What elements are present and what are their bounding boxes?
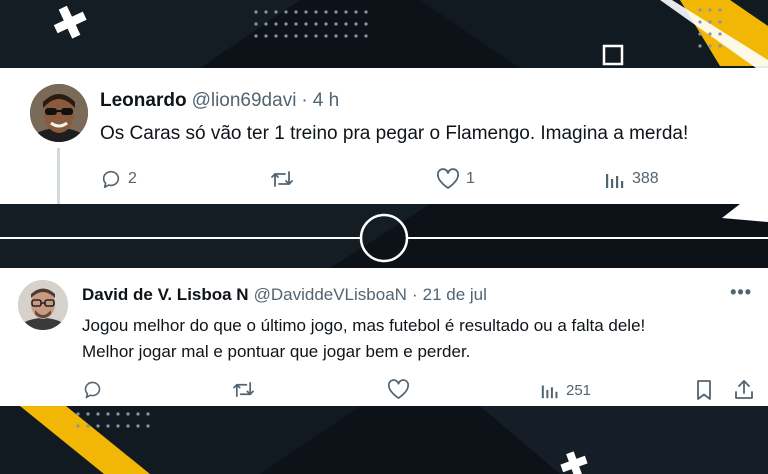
views-count: 251 bbox=[566, 381, 592, 399]
separator-dot: · bbox=[411, 285, 418, 304]
separator-dot: · bbox=[301, 90, 308, 111]
tweet-text-line: Melhor jogar mal e pontuar que jogar bem… bbox=[82, 342, 471, 361]
tweet-text: Jogou melhor do que o último jogo, mas f… bbox=[82, 313, 645, 365]
user-handle[interactable]: @DaviddeVLisboaN bbox=[254, 285, 407, 305]
like-button[interactable] bbox=[387, 379, 416, 400]
share-icon bbox=[734, 378, 754, 400]
tweet-card[interactable]: David de V. Lisboa N @DaviddeVLisboaN · … bbox=[0, 268, 768, 406]
views-icon bbox=[604, 168, 626, 190]
retweet-button[interactable] bbox=[232, 379, 261, 400]
more-options-button[interactable]: ••• bbox=[730, 282, 752, 303]
views-icon bbox=[540, 380, 560, 400]
reply-icon bbox=[100, 168, 122, 190]
user-handle[interactable]: @lion69davi bbox=[192, 90, 297, 112]
thread-line bbox=[57, 148, 60, 204]
tweet-card[interactable]: Leonardo @lion69davi · 4 h Os Caras só v… bbox=[0, 68, 768, 204]
reply-button[interactable]: 2 bbox=[100, 168, 137, 190]
reply-button[interactable] bbox=[82, 379, 109, 400]
retweet-button[interactable] bbox=[270, 168, 300, 190]
tweet-header: Leonardo @lion69davi · 4 h bbox=[100, 90, 339, 112]
tweet-text: Os Caras só vão ter 1 treino pra pegar o… bbox=[100, 122, 688, 146]
timestamp[interactable]: 21 de jul bbox=[423, 285, 487, 305]
views-button[interactable]: 388 bbox=[604, 168, 659, 190]
display-name[interactable]: David de V. Lisboa N bbox=[82, 285, 249, 305]
retweet-icon bbox=[270, 168, 294, 190]
reply-icon bbox=[82, 379, 103, 400]
like-icon bbox=[436, 168, 460, 190]
like-icon bbox=[387, 379, 410, 400]
reply-count: 2 bbox=[128, 170, 137, 187]
views-button[interactable]: 251 bbox=[540, 380, 591, 400]
avatar[interactable] bbox=[30, 84, 88, 142]
share-button[interactable] bbox=[734, 378, 754, 400]
views-count: 388 bbox=[632, 170, 659, 187]
tweet-header: David de V. Lisboa N @DaviddeVLisboaN · … bbox=[82, 285, 487, 305]
like-count: 1 bbox=[466, 170, 475, 187]
avatar[interactable] bbox=[18, 280, 68, 330]
tweet-text-line: Jogou melhor do que o último jogo, mas f… bbox=[82, 316, 646, 335]
retweet-icon bbox=[232, 379, 255, 400]
timestamp[interactable]: 4 h bbox=[313, 90, 339, 112]
bookmark-icon bbox=[694, 379, 714, 401]
bookmark-button[interactable] bbox=[694, 379, 714, 401]
tweet-text-line: Os Caras só vão ter 1 treino pra pegar o… bbox=[100, 123, 689, 144]
display-name[interactable]: Leonardo bbox=[100, 90, 187, 112]
like-button[interactable]: 1 bbox=[436, 168, 475, 190]
